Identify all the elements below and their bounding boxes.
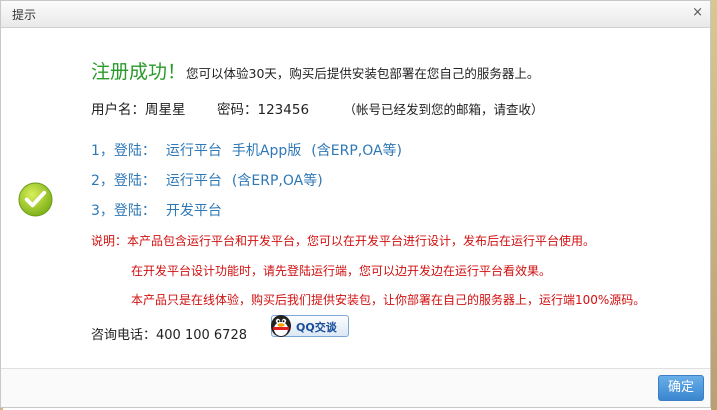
username-label: 用户名： <box>91 102 145 118</box>
password-value: 123456 <box>257 102 310 118</box>
qq-chat-label: QQ交谈 <box>296 321 337 334</box>
qq-chat-button[interactable]: QQ交谈 <box>271 315 349 337</box>
dialog-title: 提示 <box>12 8 37 22</box>
success-text: 注册成功！ <box>91 61 187 83</box>
headline-message: 您可以体验30天，购买后提供安装包部署在您自己的服务器上。 <box>186 66 540 81</box>
note-line-2: 在开发平台设计功能时，请先登陆运行端，您可以边开发边在运行平台看效果。 <box>131 264 552 278</box>
account-line: 用户名：周星星 密码：123456 （帐号已经发到您的邮箱，请查收） <box>91 98 544 118</box>
headline: 注册成功！您可以体验30天，购买后提供安装包部署在您自己的服务器上。 <box>91 57 539 84</box>
entry-row-3: 3，登陆： 开发平台 <box>91 200 232 220</box>
dialog: 提示 × 注册成功！您可以体验30天，购买后提供安装包部署在您自己的服务器上。 … <box>0 0 711 408</box>
dialog-footer: 确定 <box>1 368 710 407</box>
entry-row-2: 2，登陆： 运行平台 (含ERP,OA等) <box>91 170 333 190</box>
link-mobile-app[interactable]: 手机App版 <box>232 140 301 160</box>
entry-prefix: 2，登陆： <box>91 173 156 189</box>
phone-value: 400 100 6728 <box>156 328 247 343</box>
note-line-3: 本产品只是在线体验，购买后我们提供安装包，让你部署在自己的服务器上，运行端100… <box>131 293 646 307</box>
check-icon <box>18 182 53 217</box>
link-dev-platform[interactable]: 开发平台 <box>166 200 222 220</box>
background-edge-right <box>711 0 717 410</box>
qq-penguin-icon <box>271 315 291 337</box>
username-value: 周星星 <box>145 102 186 118</box>
entry-row-1: 1，登陆： 运行平台 手机App版 (含ERP,OA等) <box>91 140 412 160</box>
entry-prefix: 3，登陆： <box>91 203 156 219</box>
link-runtime-platform[interactable]: 运行平台 <box>166 140 222 160</box>
link-runtime-platform[interactable]: 运行平台 <box>166 170 222 190</box>
close-icon[interactable]: × <box>692 5 703 20</box>
link-erp-oa[interactable]: (含ERP,OA等) <box>311 140 402 160</box>
phone-label: 咨询电话： <box>91 328 157 343</box>
link-erp-oa[interactable]: (含ERP,OA等) <box>232 170 323 190</box>
phone-line: 咨询电话：400 100 6728 <box>91 324 247 343</box>
password-label: 密码： <box>217 102 258 118</box>
account-note: （帐号已经发到您的邮箱，请查收） <box>343 102 544 117</box>
entry-prefix: 1，登陆： <box>91 143 156 159</box>
dialog-titlebar: 提示 × <box>1 1 710 28</box>
note-line-1: 说明：本产品包含运行平台和开发平台，您可以在开发平台进行设计，发布后在运行平台使… <box>91 234 596 248</box>
ok-button[interactable]: 确定 <box>658 375 704 401</box>
